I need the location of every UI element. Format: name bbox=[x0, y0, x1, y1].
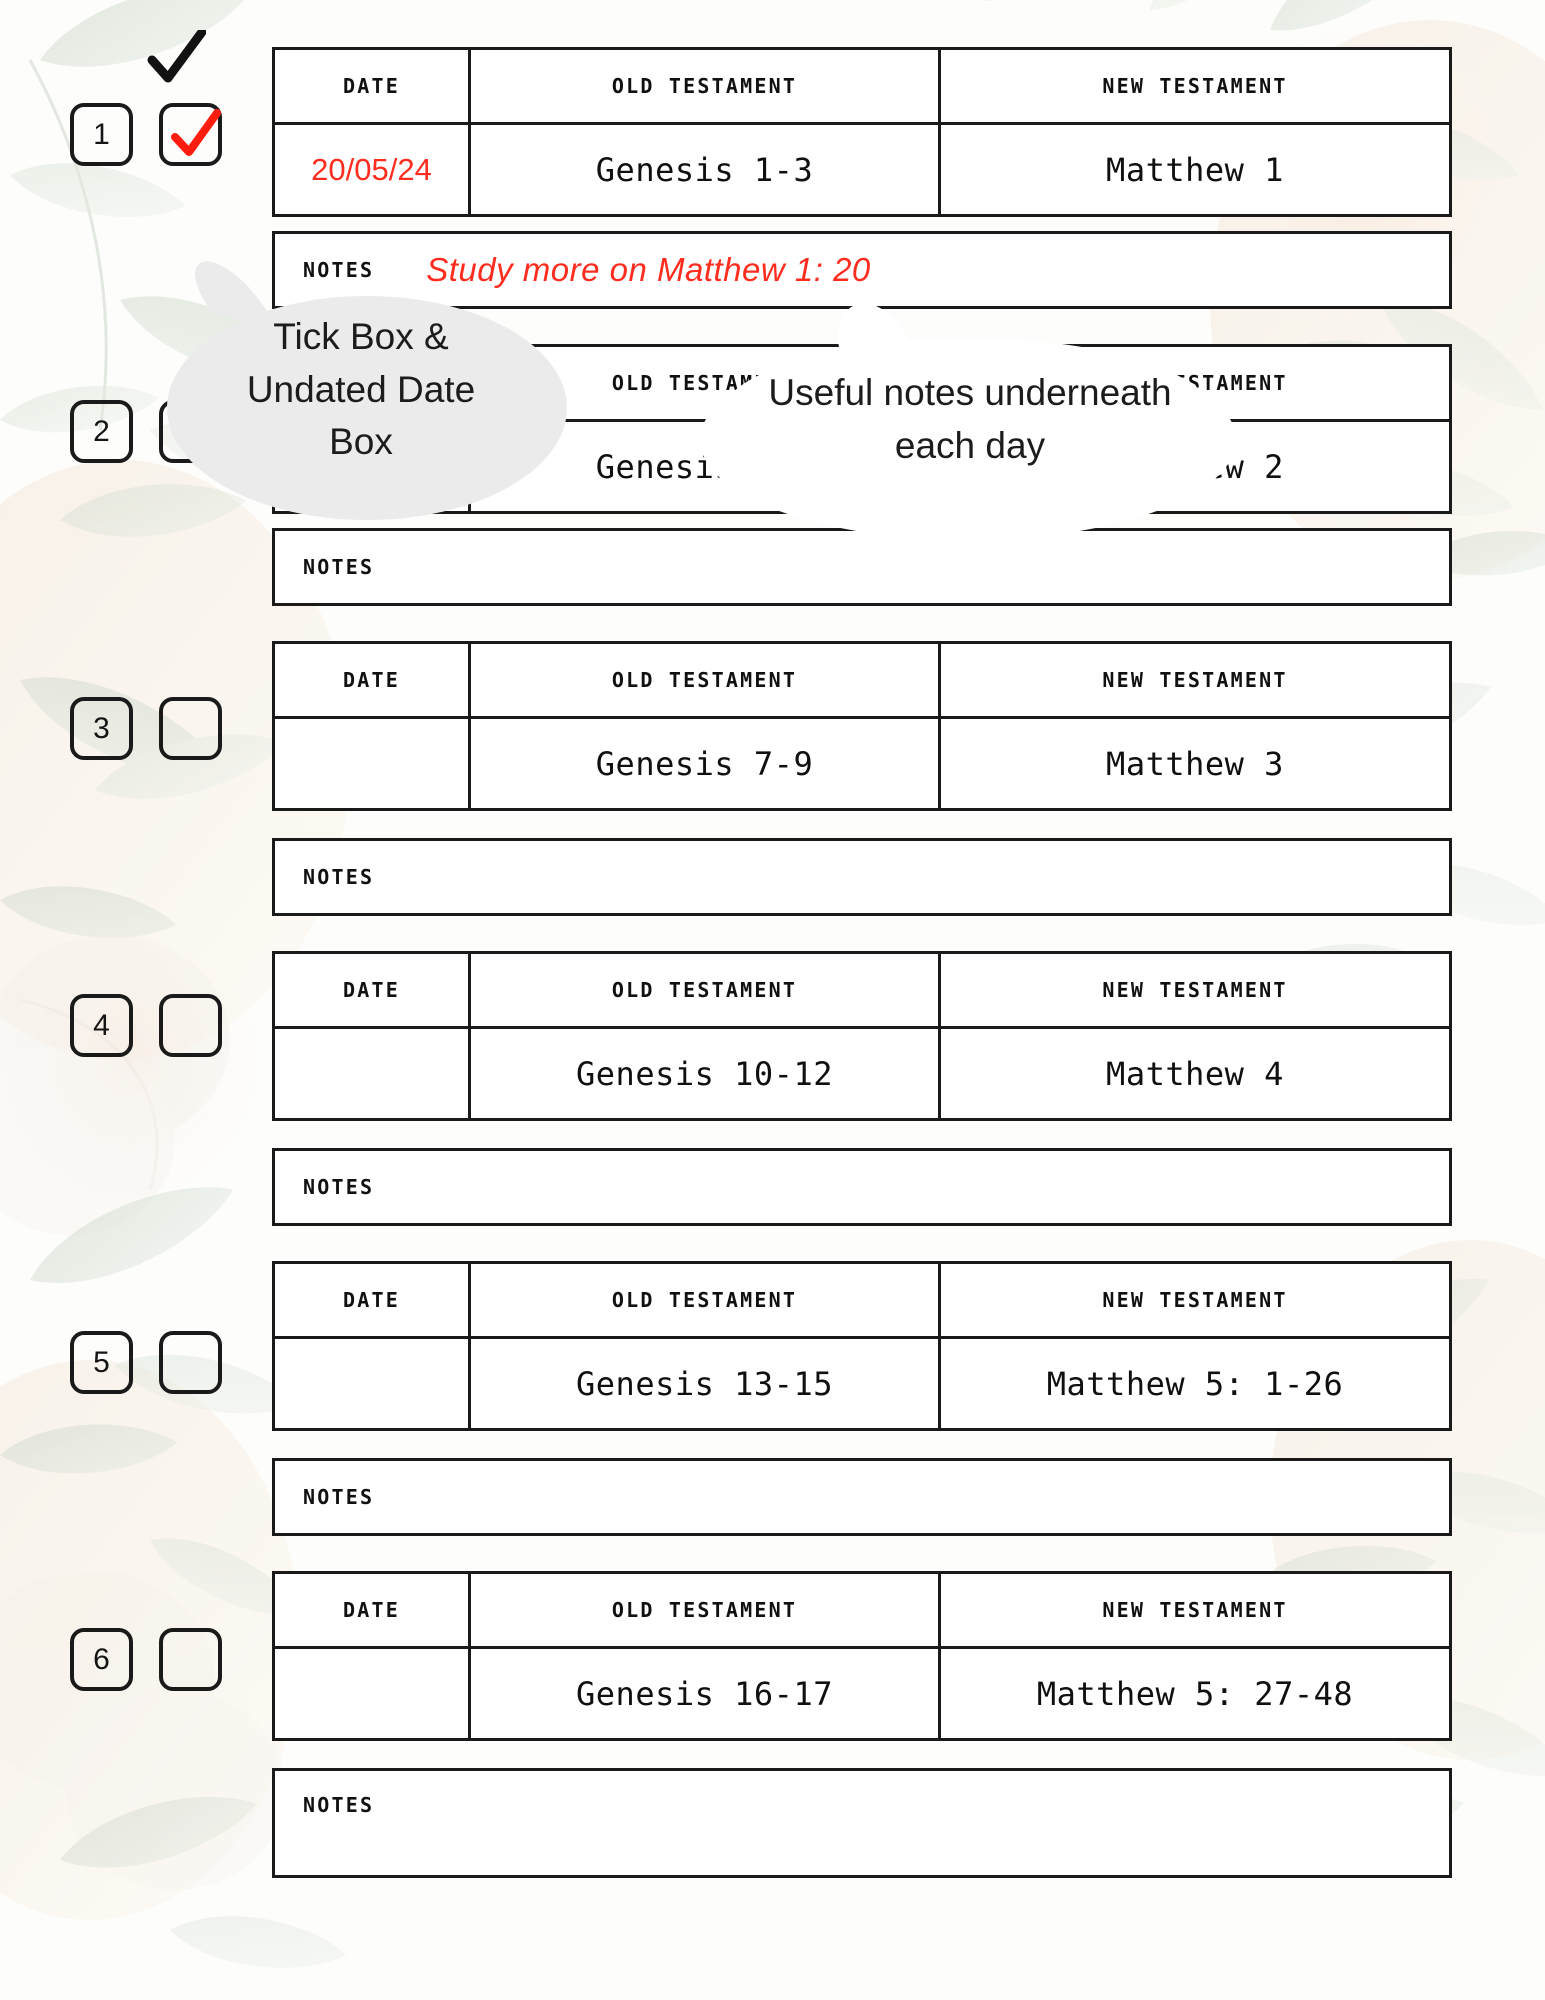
old-testament-value-1: Genesis 1-3 bbox=[471, 125, 941, 214]
old-testament-value-3: Genesis 7-9 bbox=[471, 719, 941, 808]
date-value-6[interactable] bbox=[275, 1649, 471, 1738]
callout-useful-notes: Useful notes underneath each day bbox=[700, 300, 1240, 540]
new-testament-value-3: Matthew 3 bbox=[1106, 744, 1284, 783]
tick-checkbox-6[interactable] bbox=[159, 1628, 222, 1691]
callout-right-line-2: each day bbox=[894, 425, 1046, 466]
notes-label-2: NOTES bbox=[303, 555, 375, 579]
day-rail-6: 6 bbox=[70, 1628, 222, 1691]
callout-left-line-2: Undated Date bbox=[246, 368, 476, 410]
table-header-row-4: DATE OLD TESTAMENT NEW TESTAMENT bbox=[272, 951, 1452, 1029]
header-old-testament-4: OLD TESTAMENT bbox=[471, 954, 941, 1026]
header-new-testament-1: NEW TESTAMENT bbox=[1102, 74, 1288, 98]
old-testament-value-6: Genesis 16-17 bbox=[471, 1649, 941, 1738]
day-number-box-3: 3 bbox=[70, 697, 133, 760]
table-header-row-5: DATE OLD TESTAMENT NEW TESTAMENT bbox=[272, 1261, 1452, 1339]
date-value-4[interactable] bbox=[275, 1029, 471, 1118]
day-block-4: DATE OLD TESTAMENT NEW TESTAMENT Genesis… bbox=[272, 951, 1452, 1121]
check-icon-red bbox=[171, 109, 221, 156]
header-date-1: DATE bbox=[275, 50, 471, 122]
notes-label-3: NOTES bbox=[303, 865, 375, 889]
header-new-testament-4: NEW TESTAMENT bbox=[1102, 978, 1288, 1002]
header-date-4: DATE bbox=[275, 954, 471, 1026]
header-date-6: DATE bbox=[275, 1574, 471, 1646]
table-row: Genesis 16-17 Matthew 5: 27-48 bbox=[272, 1649, 1452, 1741]
tick-checkbox-4[interactable] bbox=[159, 994, 222, 1057]
header-date-5: DATE bbox=[275, 1264, 471, 1336]
notes-row-4[interactable]: NOTES bbox=[272, 1148, 1452, 1226]
day-block-1: DATE OLD TESTAMENT NEW TESTAMENT 20/05/2… bbox=[272, 47, 1452, 217]
header-new-testament-3: NEW TESTAMENT bbox=[1102, 668, 1288, 692]
header-old-testament-3: OLD TESTAMENT bbox=[471, 644, 941, 716]
notes-label-4: NOTES bbox=[303, 1175, 375, 1199]
day-rail-3: 3 bbox=[70, 697, 222, 760]
table-header-row-1: DATE OLD TESTAMENT NEW TESTAMENT bbox=[272, 47, 1452, 125]
old-testament-value-5: Genesis 13-15 bbox=[471, 1339, 941, 1428]
callout-tick-box: Tick Box & Undated Date Box bbox=[152, 258, 570, 522]
new-testament-value-4: Matthew 4 bbox=[1106, 1054, 1284, 1093]
header-old-testament-5: OLD TESTAMENT bbox=[471, 1264, 941, 1336]
callout-tick-box-text: Tick Box & Undated Date Box bbox=[213, 311, 509, 469]
old-testament-value-4: Genesis 10-12 bbox=[471, 1029, 941, 1118]
table-header-row-3: DATE OLD TESTAMENT NEW TESTAMENT bbox=[272, 641, 1452, 719]
day-rail-4: 4 bbox=[70, 994, 222, 1057]
callout-left-line-3: Box bbox=[329, 421, 393, 463]
date-value-3[interactable] bbox=[275, 719, 471, 808]
header-old-testament-1: OLD TESTAMENT bbox=[471, 50, 941, 122]
tick-checkbox-3[interactable] bbox=[159, 697, 222, 760]
table-row: Genesis 10-12 Matthew 4 bbox=[272, 1029, 1452, 1121]
header-date-3: DATE bbox=[275, 644, 471, 716]
notes-label-6: NOTES bbox=[303, 1793, 375, 1817]
callout-left-line-1: Tick Box & bbox=[273, 316, 449, 358]
day-number-box-5: 5 bbox=[70, 1331, 133, 1394]
new-testament-value-6: Matthew 5: 27-48 bbox=[1036, 1674, 1354, 1713]
notes-row-5[interactable]: NOTES bbox=[272, 1458, 1452, 1536]
day-block-6: DATE OLD TESTAMENT NEW TESTAMENT Genesis… bbox=[272, 1571, 1452, 1741]
day-rail-1: 1 bbox=[70, 103, 222, 166]
date-value-5[interactable] bbox=[275, 1339, 471, 1428]
table-row: Genesis 13-15 Matthew 5: 1-26 bbox=[272, 1339, 1452, 1431]
day-rail-5: 5 bbox=[70, 1331, 222, 1394]
callout-useful-notes-text: Useful notes underneath each day bbox=[734, 367, 1205, 472]
notes-row-3[interactable]: NOTES bbox=[272, 838, 1452, 916]
new-testament-value-1: Matthew 1 bbox=[1106, 150, 1284, 189]
table-header-row-6: DATE OLD TESTAMENT NEW TESTAMENT bbox=[272, 1571, 1452, 1649]
day-number-box-6: 6 bbox=[70, 1628, 133, 1691]
table-row: Genesis 7-9 Matthew 3 bbox=[272, 719, 1452, 811]
day-number-box-4: 4 bbox=[70, 994, 133, 1057]
new-testament-value-5: Matthew 5: 1-26 bbox=[1046, 1364, 1344, 1403]
day-block-5: DATE OLD TESTAMENT NEW TESTAMENT Genesis… bbox=[272, 1261, 1452, 1431]
notes-row-6[interactable]: NOTES bbox=[272, 1768, 1452, 1878]
day-number-box-1: 1 bbox=[70, 103, 133, 166]
notes-label-5: NOTES bbox=[303, 1485, 375, 1509]
header-new-testament-6: NEW TESTAMENT bbox=[1102, 1598, 1288, 1622]
day-number-box-2: 2 bbox=[70, 400, 133, 463]
day-block-3: DATE OLD TESTAMENT NEW TESTAMENT Genesis… bbox=[272, 641, 1452, 811]
table-row: 20/05/24 Genesis 1-3 Matthew 1 bbox=[272, 125, 1452, 217]
header-old-testament-6: OLD TESTAMENT bbox=[471, 1574, 941, 1646]
header-new-testament-5: NEW TESTAMENT bbox=[1102, 1288, 1288, 1312]
check-icon bbox=[147, 30, 206, 83]
tick-checkbox-1[interactable] bbox=[159, 103, 222, 166]
date-value-1[interactable]: 20/05/24 bbox=[275, 125, 471, 214]
tick-checkbox-5[interactable] bbox=[159, 1331, 222, 1394]
callout-right-line-1: Useful notes underneath bbox=[768, 372, 1172, 414]
